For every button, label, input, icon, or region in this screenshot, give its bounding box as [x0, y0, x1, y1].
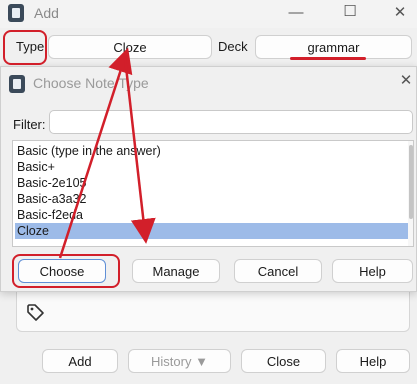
arrow-to-note-type	[58, 47, 133, 259]
arrow-to-cloze	[123, 57, 156, 244]
annotation-arrows	[58, 47, 156, 259]
